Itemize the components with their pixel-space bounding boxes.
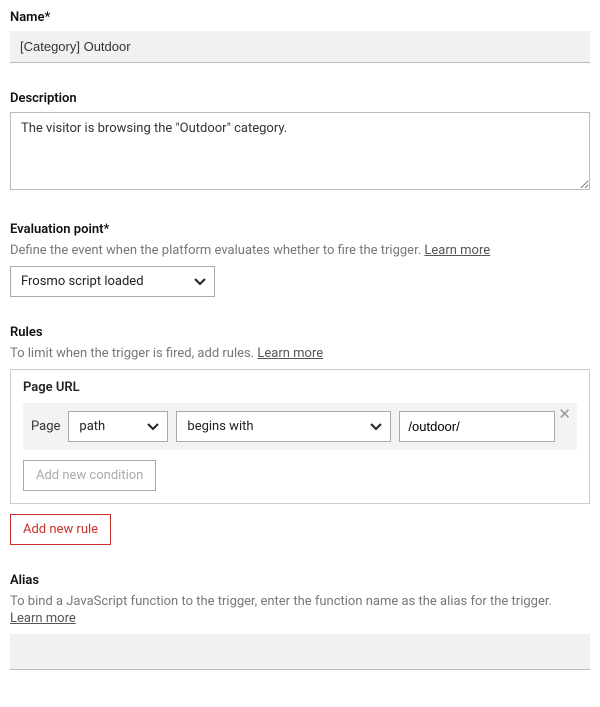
condition-field-select-wrap[interactable]: path	[68, 411, 168, 442]
name-input[interactable]	[10, 31, 590, 63]
close-icon[interactable]: ✕	[558, 407, 571, 422]
evaluation-helper-text: Define the event when the platform evalu…	[10, 243, 424, 258]
alias-label: Alias	[10, 573, 590, 588]
add-condition-button[interactable]: Add new condition	[23, 460, 156, 491]
rules-helper-text: To limit when the trigger is fired, add …	[10, 346, 257, 361]
evaluation-select-wrap[interactable]: Frosmo script loaded	[10, 266, 215, 297]
alias-input[interactable]	[10, 634, 590, 670]
condition-value-input[interactable]	[399, 411, 555, 442]
condition-operator-select[interactable]: begins with	[177, 412, 390, 441]
rules-label: Rules	[10, 325, 590, 340]
evaluation-section: Evaluation point* Define the event when …	[10, 222, 590, 297]
add-rule-button[interactable]: Add new rule	[10, 514, 111, 545]
description-label: Description	[10, 91, 590, 106]
evaluation-learn-link[interactable]: Learn more	[424, 243, 490, 258]
description-section: Description	[10, 91, 590, 194]
condition-prefix: Page	[31, 419, 60, 434]
evaluation-select[interactable]: Frosmo script loaded	[11, 267, 214, 296]
rules-helper: To limit when the trigger is fired, add …	[10, 346, 590, 361]
rules-box-title: Page URL	[23, 380, 577, 395]
alias-section: Alias To bind a JavaScript function to t…	[10, 573, 590, 670]
rules-box: Page URL Page path begins with ✕	[10, 369, 590, 504]
condition-operator-select-wrap[interactable]: begins with	[176, 411, 391, 442]
description-textarea[interactable]	[10, 112, 590, 190]
alias-learn-link[interactable]: Learn more	[10, 611, 76, 626]
alias-learn-wrap: Learn more	[10, 611, 590, 626]
name-section: Name*	[10, 10, 590, 63]
condition-row: Page path begins with ✕	[23, 403, 577, 450]
condition-field-select[interactable]: path	[69, 412, 167, 441]
alias-helper-text: To bind a JavaScript function to the tri…	[10, 594, 552, 609]
evaluation-helper: Define the event when the platform evalu…	[10, 243, 590, 258]
alias-helper: To bind a JavaScript function to the tri…	[10, 594, 590, 609]
rules-learn-link[interactable]: Learn more	[257, 346, 323, 361]
rules-section: Rules To limit when the trigger is fired…	[10, 325, 590, 545]
name-label: Name*	[10, 10, 590, 25]
evaluation-label: Evaluation point*	[10, 222, 590, 237]
